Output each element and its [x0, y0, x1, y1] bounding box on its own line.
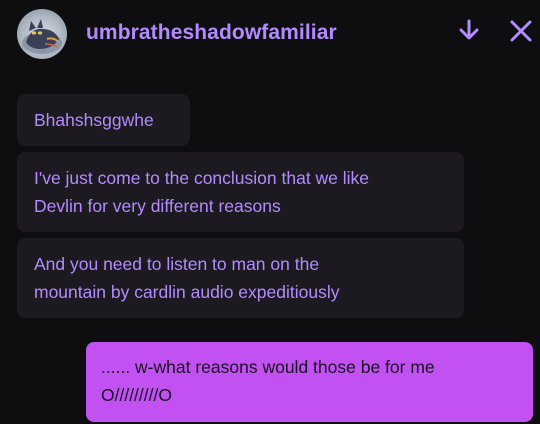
- message-text: mountain by cardlin audio expeditiously: [34, 282, 340, 302]
- message-bubble-incoming: And you need to listen to man on the mou…: [17, 238, 464, 318]
- message-text: Devlin for very different reasons: [34, 196, 281, 216]
- message-text: Bhahshsggwhe: [34, 110, 154, 130]
- message-bubble-incoming: I've just come to the conclusion that we…: [17, 152, 464, 232]
- chat-header: umbratheshadowfamiliar: [0, 0, 540, 66]
- chat-window: umbratheshadowfamiliar Bhahshsggwhe I've…: [0, 0, 540, 424]
- username[interactable]: umbratheshadowfamiliar: [86, 21, 337, 45]
- message-bubble-outgoing: ...... w-what reasons would those be for…: [86, 342, 533, 422]
- message-text: ...... w-what reasons would those be for…: [101, 357, 435, 377]
- message-text: O/////////O: [101, 385, 172, 405]
- message-text: And you need to listen to man on the: [34, 254, 320, 274]
- message-bubble-incoming: Bhahshsggwhe: [17, 94, 190, 146]
- message-text: I've just come to the conclusion that we…: [34, 168, 370, 188]
- cat-avatar-icon[interactable]: [17, 9, 67, 59]
- arrow-down-icon[interactable]: [456, 17, 486, 47]
- close-icon[interactable]: [506, 17, 536, 47]
